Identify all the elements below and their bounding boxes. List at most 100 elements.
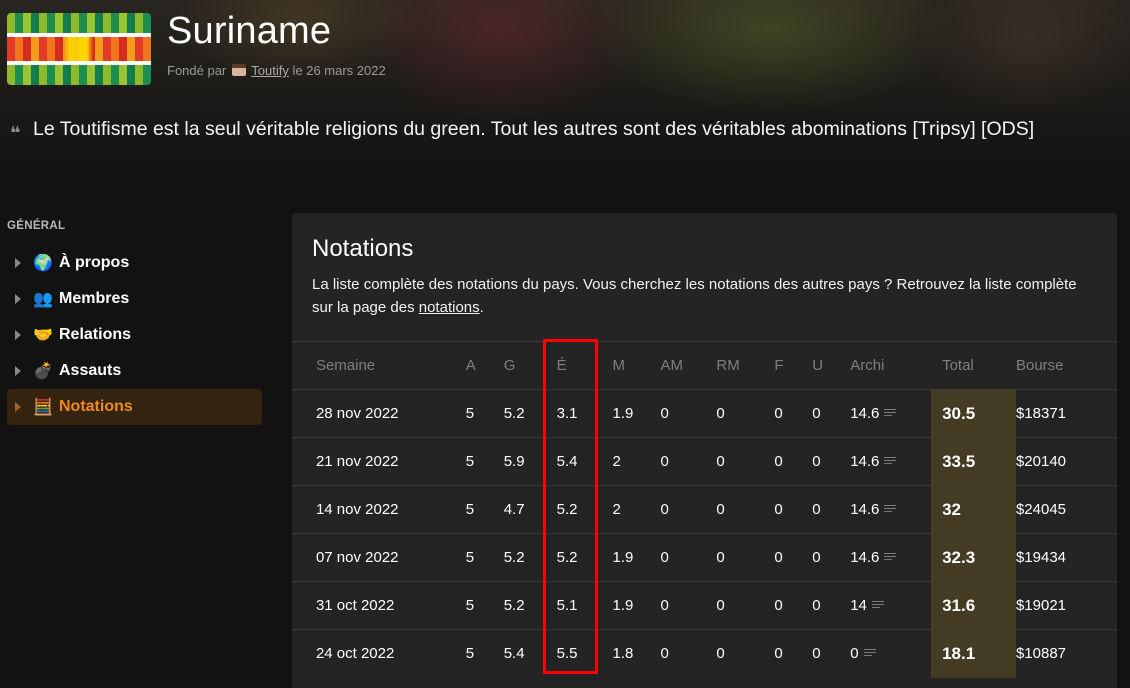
column-header[interactable]: Archi — [850, 341, 932, 390]
cell-value: 31.6 — [942, 595, 976, 615]
table-cell: 0 — [660, 485, 717, 534]
country-title: Suriname — [167, 10, 332, 52]
table-cell: $24045 — [1015, 485, 1117, 534]
sidebar-item-label: À propos — [59, 254, 130, 271]
table-row: 31 oct 2022 5 5.2 5.1 1.9 0 0 0 0 14 31.6 $19021 — [292, 581, 1117, 630]
column-header[interactable]: G — [503, 341, 557, 390]
cell-value: 0 — [716, 501, 725, 518]
column-header[interactable]: AM — [660, 341, 717, 390]
sidebar-item-assauts[interactable]: 💣 Assauts — [7, 353, 262, 389]
spacer — [292, 341, 316, 390]
table-cell: 0 — [716, 389, 775, 438]
column-header[interactable]: Total — [942, 341, 1016, 390]
cell-value: 5 — [465, 405, 475, 422]
table-cell: 5.5 — [556, 629, 613, 678]
table-cell: 0 — [774, 389, 813, 438]
table-cell: 0 — [716, 581, 775, 630]
table-cell: 0 — [716, 437, 775, 486]
cell-value: $19021 — [1015, 597, 1067, 614]
table-cell: 32 — [942, 485, 1016, 534]
cell-value: 0 — [660, 597, 669, 614]
column-header[interactable]: A — [465, 341, 504, 390]
cell-value: 5.9 — [503, 453, 525, 470]
details-lines-icon[interactable] — [871, 601, 884, 609]
cell-value: 5 — [465, 501, 475, 518]
column-header[interactable]: Bourse — [1015, 341, 1117, 390]
table-cell: 5 — [465, 485, 504, 534]
details-lines-icon[interactable] — [884, 409, 897, 417]
cell-value: 0 — [774, 597, 783, 614]
caret-right-icon — [15, 258, 21, 268]
cell-value: 0 — [660, 453, 669, 470]
cell-value: 1.9 — [612, 405, 634, 422]
details-lines-icon[interactable] — [884, 457, 897, 465]
founded-date: le 26 mars 2022 — [292, 63, 386, 78]
column-header[interactable]: É — [556, 341, 613, 390]
founded-prefix: Fondé par — [167, 63, 227, 78]
column-header[interactable]: M — [612, 341, 661, 390]
cell-value: 2 — [612, 501, 621, 518]
sidebar-item-a-propos[interactable]: 🌍 À propos — [7, 245, 262, 281]
table-cell: 0 — [660, 629, 717, 678]
table-cell: 0 — [716, 485, 775, 534]
table-cell: 0 — [774, 437, 813, 486]
table-cell: 5 — [465, 533, 504, 582]
cell-value: 0 — [774, 501, 783, 518]
cell-value: 32 — [942, 499, 961, 519]
cell-value: 5 — [465, 597, 475, 614]
motto-text: Le Toutifisme est la seul véritable reli… — [33, 118, 1035, 140]
details-lines-icon[interactable] — [863, 649, 876, 658]
caret-right-icon — [15, 294, 21, 304]
table-cell: 0 — [660, 437, 717, 486]
table-cell: 0 — [660, 533, 717, 582]
cell-value: 18.1 — [942, 643, 976, 663]
sidebar-item-notations[interactable]: 🧮 Notations — [7, 389, 262, 425]
sidebar-item-membres[interactable]: 👥 Membres — [7, 281, 262, 317]
column-header[interactable]: Semaine — [315, 341, 466, 390]
cell-value: 5 — [465, 549, 475, 566]
column-header[interactable]: RM — [716, 341, 775, 390]
table-cell: 07 nov 2022 — [315, 533, 466, 582]
cell-value: 0 — [716, 597, 725, 614]
table-cell: 30.5 — [942, 389, 1016, 438]
cell-value: 33.5 — [942, 451, 976, 471]
details-lines-icon[interactable] — [884, 553, 897, 561]
notations-link[interactable]: notations — [419, 299, 480, 316]
bomb-icon: 💣 — [33, 363, 53, 380]
cell-value: 14.6 — [850, 405, 880, 422]
details-lines-icon[interactable] — [884, 505, 897, 513]
column-header[interactable]: U — [812, 341, 851, 390]
table-cell: 4.7 — [503, 485, 557, 534]
sidebar-item-label: Relations — [59, 326, 132, 343]
cell-value: 21 nov 2022 — [315, 453, 399, 470]
table-cell: 0 — [660, 389, 717, 438]
sidebar-item-label: Membres — [59, 290, 130, 307]
column-header[interactable]: F — [774, 341, 813, 390]
table-cell: 1.9 — [612, 533, 661, 582]
table-cell: 1.9 — [612, 389, 661, 438]
table-cell: $20140 — [1015, 437, 1117, 486]
cell-value: 0 — [660, 405, 669, 422]
cell-value: 0 — [774, 453, 783, 470]
cell-value: 5.5 — [556, 645, 578, 663]
table-cell: 24 oct 2022 — [315, 629, 466, 678]
people-icon: 👥 — [33, 291, 53, 308]
spacer — [931, 485, 943, 534]
table-cell: 21 nov 2022 — [315, 437, 466, 486]
cell-value: 14 — [850, 597, 867, 614]
cell-value: 5.4 — [556, 453, 578, 470]
cell-value: 1.9 — [612, 549, 634, 566]
table-cell: 5 — [465, 629, 504, 678]
cell-value: $18371 — [1015, 405, 1067, 422]
cell-value: 0 — [660, 501, 669, 518]
country-flag — [7, 13, 151, 85]
sidebar-item-relations[interactable]: 🤝 Relations — [7, 317, 262, 353]
caret-right-icon — [15, 366, 21, 376]
spacer — [292, 533, 316, 582]
table-cell: 5.4 — [556, 437, 613, 486]
founded-info: Fondé par Toutify le 26 mars 2022 — [167, 63, 386, 78]
founder-link[interactable]: Toutify — [251, 63, 289, 78]
handshake-icon: 🤝 — [33, 327, 53, 344]
panel-title: Notations — [312, 235, 414, 262]
table-cell: 28 nov 2022 — [315, 389, 466, 438]
